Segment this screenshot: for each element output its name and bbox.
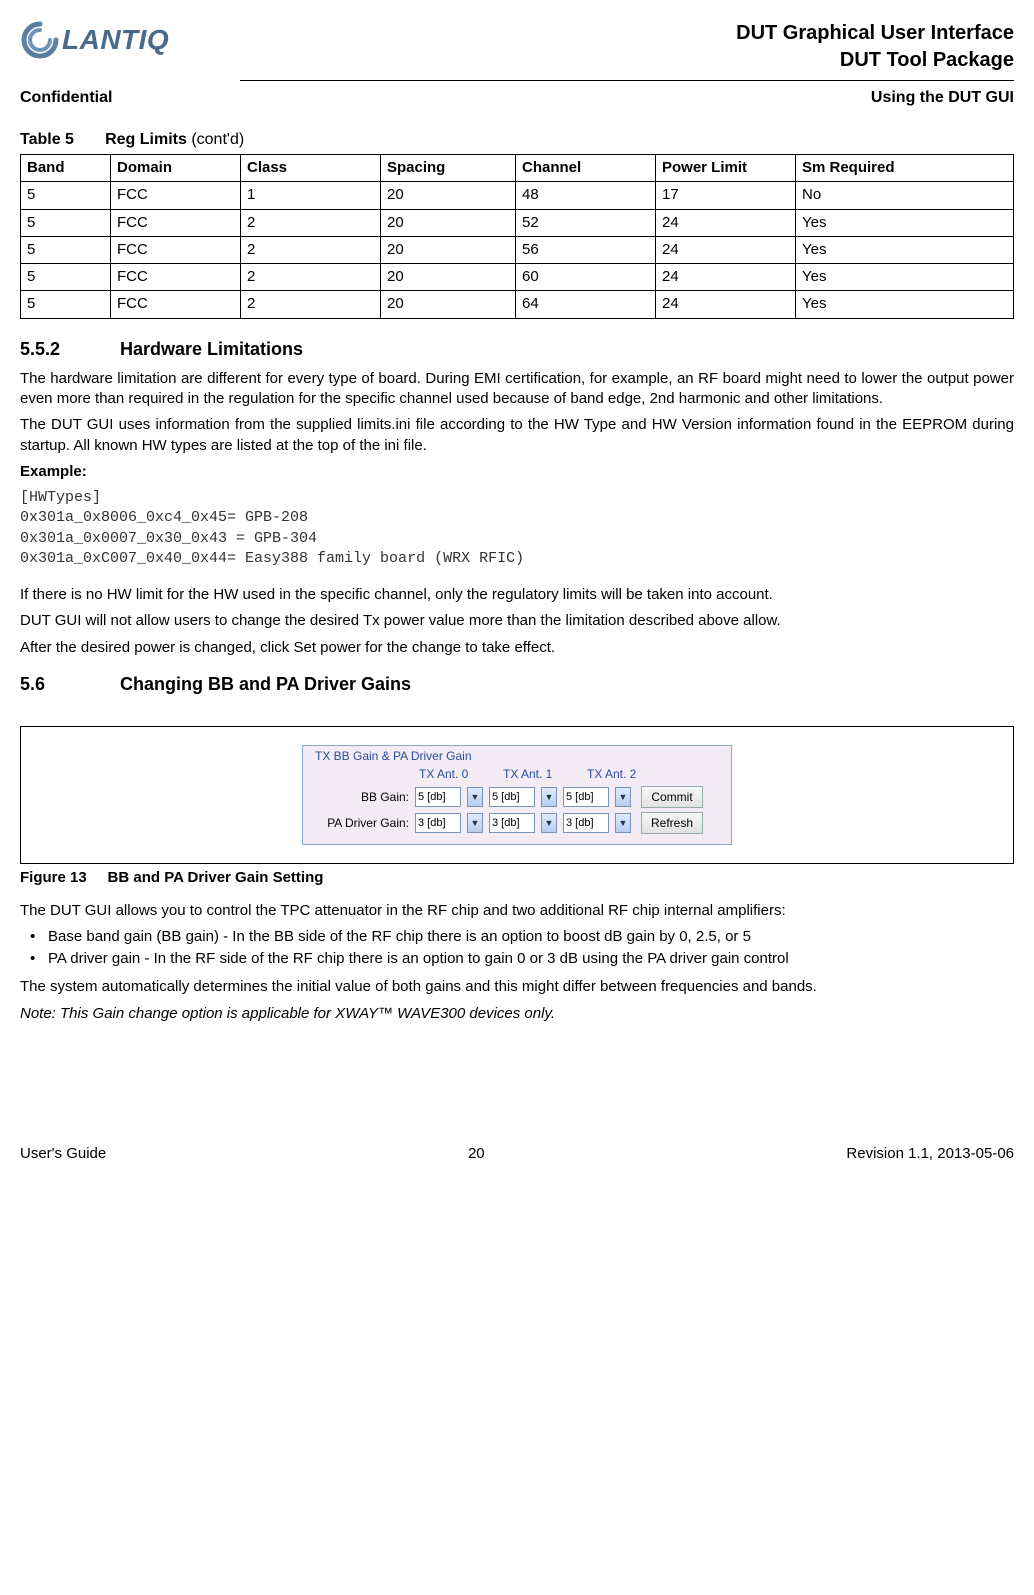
section-tag: Using the DUT GUI	[871, 87, 1014, 109]
refresh-button[interactable]: Refresh	[641, 812, 703, 834]
table-cell: 2	[241, 209, 381, 236]
table-row: 5FCC1204817No	[21, 182, 1014, 209]
table-row: 5FCC2206024Yes	[21, 264, 1014, 291]
table-row: 5FCC2205224Yes	[21, 209, 1014, 236]
chevron-down-icon[interactable]: ▼	[467, 813, 483, 833]
table-cell: Yes	[796, 291, 1014, 318]
table-cell: 2	[241, 264, 381, 291]
table-header: Spacing	[381, 155, 516, 182]
panel-title: TX BB Gain & PA Driver Gain	[315, 748, 723, 764]
list-item: Base band gain (BB gain) - In the BB sid…	[20, 927, 1014, 947]
table-cell: 20	[381, 209, 516, 236]
table-cell: Yes	[796, 236, 1014, 263]
table-header: Domain	[111, 155, 241, 182]
table-cell: FCC	[111, 264, 241, 291]
table-cell: 60	[516, 264, 656, 291]
table-cell: FCC	[111, 236, 241, 263]
table-cell: 5	[21, 264, 111, 291]
ant0-label: TX Ant. 0	[419, 766, 479, 784]
afterfig-p1: The DUT GUI allows you to control the TP…	[20, 901, 1014, 921]
table-cell: 24	[656, 264, 796, 291]
table-header: Band	[21, 155, 111, 182]
table-row: 5FCC2206424Yes	[21, 291, 1014, 318]
header-rule	[240, 80, 1014, 81]
logo-text: LANTIQ	[62, 21, 169, 59]
confidential-tag: Confidential	[20, 87, 112, 109]
footer-right: Revision 1.1, 2013-05-06	[846, 1144, 1014, 1164]
table-cell: 17	[656, 182, 796, 209]
table-cell: 2	[241, 291, 381, 318]
table-cell: 1	[241, 182, 381, 209]
bb-gain-ant2-select[interactable]: 5 [db]	[563, 787, 609, 807]
table-cell: No	[796, 182, 1014, 209]
table-row: 5FCC2205624Yes	[21, 236, 1014, 263]
table-cell: 56	[516, 236, 656, 263]
figure-13-caption: Figure 13 BB and PA Driver Gain Setting	[20, 868, 1014, 888]
table-header: Class	[241, 155, 381, 182]
table-header: Power Limit	[656, 155, 796, 182]
table-cell: 5	[21, 236, 111, 263]
table-cell: 2	[241, 236, 381, 263]
table-cell: 24	[656, 291, 796, 318]
table-cell: 20	[381, 264, 516, 291]
bb-gain-ant1-select[interactable]: 5 [db]	[489, 787, 535, 807]
example-label: Example:	[20, 462, 1014, 482]
table-cell: 64	[516, 291, 656, 318]
bullet-list: Base band gain (BB gain) - In the BB sid…	[20, 927, 1014, 970]
table5-caption: Table 5 Reg Limits (cont'd)	[20, 129, 1014, 151]
figure-13-frame: TX BB Gain & PA Driver Gain BB Gain: PA …	[20, 726, 1014, 864]
chevron-down-icon[interactable]: ▼	[467, 787, 483, 807]
afterfig-p2: The system automatically determines the …	[20, 977, 1014, 997]
table5: BandDomainClassSpacingChannelPower Limit…	[20, 154, 1014, 319]
doc-title-2: DUT Tool Package	[736, 47, 1014, 74]
table-cell: 24	[656, 209, 796, 236]
sec-552-p4: DUT GUI will not allow users to change t…	[20, 611, 1014, 631]
sec-552-p2: The DUT GUI uses information from the su…	[20, 415, 1014, 456]
pa-gain-ant1-select[interactable]: 3 [db]	[489, 813, 535, 833]
example-code: [HWTypes] 0x301a_0x8006_0xc4_0x45= GPB-2…	[20, 488, 1014, 569]
ant1-label: TX Ant. 1	[503, 766, 563, 784]
chevron-down-icon[interactable]: ▼	[615, 787, 631, 807]
chevron-down-icon[interactable]: ▼	[541, 787, 557, 807]
table-cell: 5	[21, 209, 111, 236]
sec-552-p5: After the desired power is changed, clic…	[20, 638, 1014, 658]
chevron-down-icon[interactable]: ▼	[615, 813, 631, 833]
table-header: Channel	[516, 155, 656, 182]
table-header: Sm Required	[796, 155, 1014, 182]
table-cell: 20	[381, 236, 516, 263]
footer-left: User's Guide	[20, 1144, 106, 1164]
list-item: PA driver gain - In the RF side of the R…	[20, 949, 1014, 969]
logo-mark-icon	[20, 20, 60, 60]
table-cell: FCC	[111, 182, 241, 209]
table-cell: 5	[21, 182, 111, 209]
pa-gain-ant2-select[interactable]: 3 [db]	[563, 813, 609, 833]
table-cell: 20	[381, 291, 516, 318]
table-cell: 24	[656, 236, 796, 263]
chevron-down-icon[interactable]: ▼	[541, 813, 557, 833]
pa-gain-ant0-select[interactable]: 3 [db]	[415, 813, 461, 833]
ant2-label: TX Ant. 2	[587, 766, 647, 784]
table-cell: Yes	[796, 209, 1014, 236]
table-cell: FCC	[111, 209, 241, 236]
sec-552-heading: 5.5.2Hardware Limitations	[20, 337, 1014, 361]
table-cell: 20	[381, 182, 516, 209]
table-cell: FCC	[111, 291, 241, 318]
commit-button[interactable]: Commit	[641, 786, 703, 808]
footer-center: 20	[468, 1144, 485, 1164]
note-line: Note: This Gain change option is applica…	[20, 1004, 1014, 1024]
bb-gain-label: BB Gain:	[311, 784, 409, 810]
gain-panel: TX BB Gain & PA Driver Gain BB Gain: PA …	[302, 745, 732, 845]
bb-gain-ant0-select[interactable]: 5 [db]	[415, 787, 461, 807]
sec-56-heading: 5.6Changing BB and PA Driver Gains	[20, 672, 1014, 696]
pa-gain-label: PA Driver Gain:	[311, 810, 409, 836]
table-cell: 52	[516, 209, 656, 236]
logo: LANTIQ	[20, 20, 169, 60]
sec-552-p3: If there is no HW limit for the HW used …	[20, 585, 1014, 605]
table-cell: 5	[21, 291, 111, 318]
table-cell: Yes	[796, 264, 1014, 291]
doc-title-1: DUT Graphical User Interface	[736, 20, 1014, 47]
table-cell: 48	[516, 182, 656, 209]
sec-552-p1: The hardware limitation are different fo…	[20, 369, 1014, 410]
